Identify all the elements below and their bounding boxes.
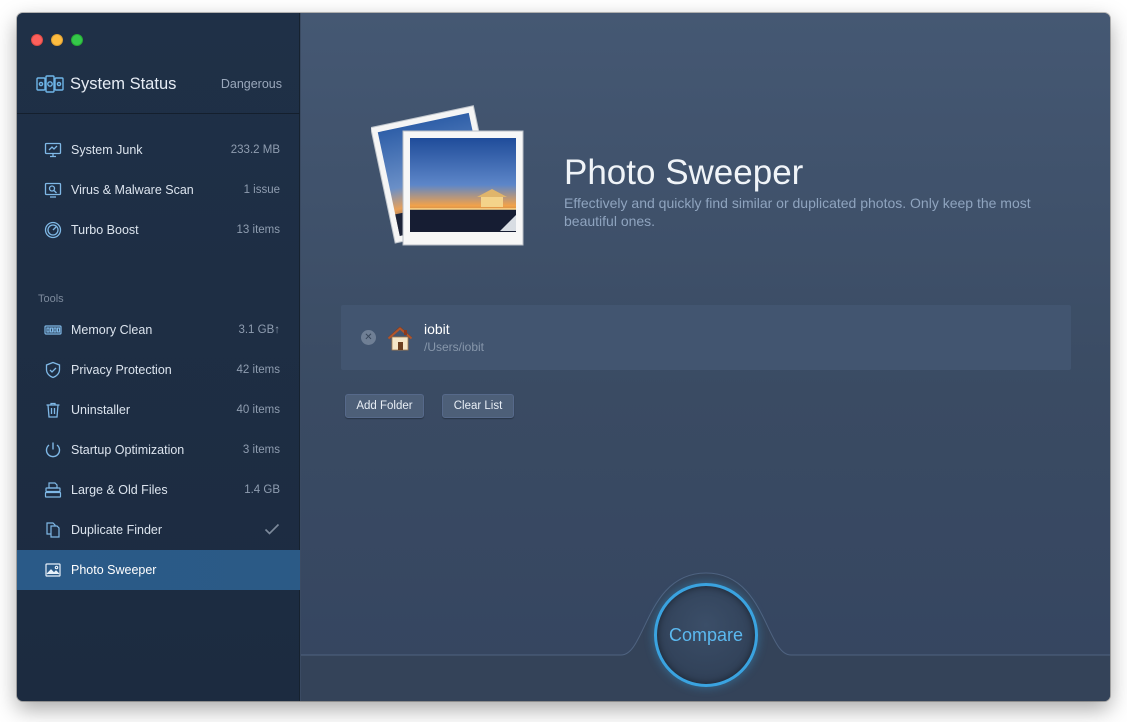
- checkmark-icon: [264, 522, 280, 539]
- sidebar: System Status Dangerous System Junk 233.…: [17, 13, 300, 701]
- sidebar-item-count: 13 items: [236, 224, 280, 236]
- system-status-row[interactable]: System Status Dangerous: [36, 71, 282, 97]
- tools-section-label: Tools: [38, 293, 64, 305]
- sidebar-divider: [17, 113, 300, 114]
- folder-path: /Users/iobit: [424, 340, 485, 354]
- sidebar-item-label: Duplicate Finder: [71, 523, 163, 537]
- sidebar-item-label: Memory Clean: [71, 323, 153, 337]
- system-status-icon: [36, 75, 64, 93]
- compare-button-ring: Compare: [644, 573, 768, 697]
- sidebar-item-virus-scan[interactable]: Virus & Malware Scan 1 issue: [17, 170, 300, 210]
- sidebar-item-memory-clean[interactable]: Memory Clean 3.1 GB↑: [17, 310, 300, 350]
- trash-icon: [43, 400, 63, 420]
- sidebar-item-label: Large & Old Files: [71, 483, 168, 497]
- stack-files-icon: [43, 480, 63, 500]
- sidebar-item-label: Privacy Protection: [71, 363, 172, 377]
- monitor-icon: [43, 140, 63, 160]
- sidebar-item-system-junk[interactable]: System Junk 233.2 MB: [17, 130, 300, 170]
- sidebar-item-uninstaller[interactable]: Uninstaller 40 items: [17, 390, 300, 430]
- photo-stack-icon: [371, 105, 524, 246]
- magnifier-screen-icon: [43, 180, 63, 200]
- sidebar-item-label: Turbo Boost: [71, 223, 139, 237]
- sidebar-item-label: Photo Sweeper: [71, 563, 157, 577]
- speedometer-icon: [43, 220, 63, 240]
- photo-icon: [43, 560, 63, 580]
- close-window-button[interactable]: [31, 34, 43, 46]
- system-status-value: Dangerous: [220, 77, 282, 91]
- page-description: Effectively and quickly find similar or …: [564, 195, 1031, 229]
- page-title: Photo Sweeper: [564, 153, 804, 192]
- sidebar-item-startup-optimization[interactable]: Startup Optimization 3 items: [17, 430, 300, 470]
- clear-list-button[interactable]: Clear List: [442, 394, 514, 418]
- zoom-window-button[interactable]: [71, 34, 83, 46]
- sidebar-item-large-old-files[interactable]: Large & Old Files 1.4 GB: [17, 470, 300, 510]
- remove-folder-button[interactable]: ✕: [361, 330, 376, 345]
- power-icon: [43, 440, 63, 460]
- sidebar-item-count: 1.4 GB: [244, 484, 280, 496]
- sidebar-item-count: 40 items: [236, 404, 280, 416]
- sidebar-item-turbo-boost[interactable]: Turbo Boost 13 items: [17, 210, 300, 250]
- sidebar-item-label: Virus & Malware Scan: [71, 183, 194, 197]
- app-window: System Status Dangerous System Junk 233.…: [17, 13, 1110, 701]
- folder-info: iobit /Users/iobit: [424, 321, 484, 354]
- sidebar-item-count: 3 items: [242, 444, 280, 456]
- sidebar-item-label: System Junk: [71, 143, 143, 157]
- compare-button[interactable]: Compare: [654, 583, 758, 687]
- minimize-window-button[interactable]: [51, 34, 63, 46]
- sidebar-item-count: 1 issue: [243, 184, 280, 196]
- sidebar-item-privacy-protection[interactable]: Privacy Protection 42 items: [17, 350, 300, 390]
- folder-list-item: ✕ iobit /Users/iobit: [341, 305, 1071, 370]
- duplicate-icon: [43, 520, 63, 540]
- add-folder-button[interactable]: Add Folder: [345, 394, 424, 418]
- window-controls: [31, 34, 83, 46]
- sidebar-item-count: 233.2 MB: [230, 144, 280, 156]
- sidebar-item-label: Uninstaller: [71, 403, 131, 417]
- sidebar-item-photo-sweeper[interactable]: Photo Sweeper: [17, 550, 300, 590]
- main-content: Photo Sweeper Effectively and quickly fi…: [301, 13, 1110, 701]
- folder-name: iobit: [424, 321, 450, 337]
- sidebar-item-label: Startup Optimization: [71, 443, 185, 457]
- sidebar-item-duplicate-finder[interactable]: Duplicate Finder: [17, 510, 300, 550]
- sidebar-item-count: 42 items: [236, 364, 280, 376]
- sidebar-item-count: 3.1 GB↑: [238, 324, 280, 336]
- home-folder-icon: [387, 326, 413, 350]
- memory-chip-icon: [43, 320, 63, 340]
- shield-icon: [43, 360, 63, 380]
- system-status-title: System Status: [70, 74, 177, 93]
